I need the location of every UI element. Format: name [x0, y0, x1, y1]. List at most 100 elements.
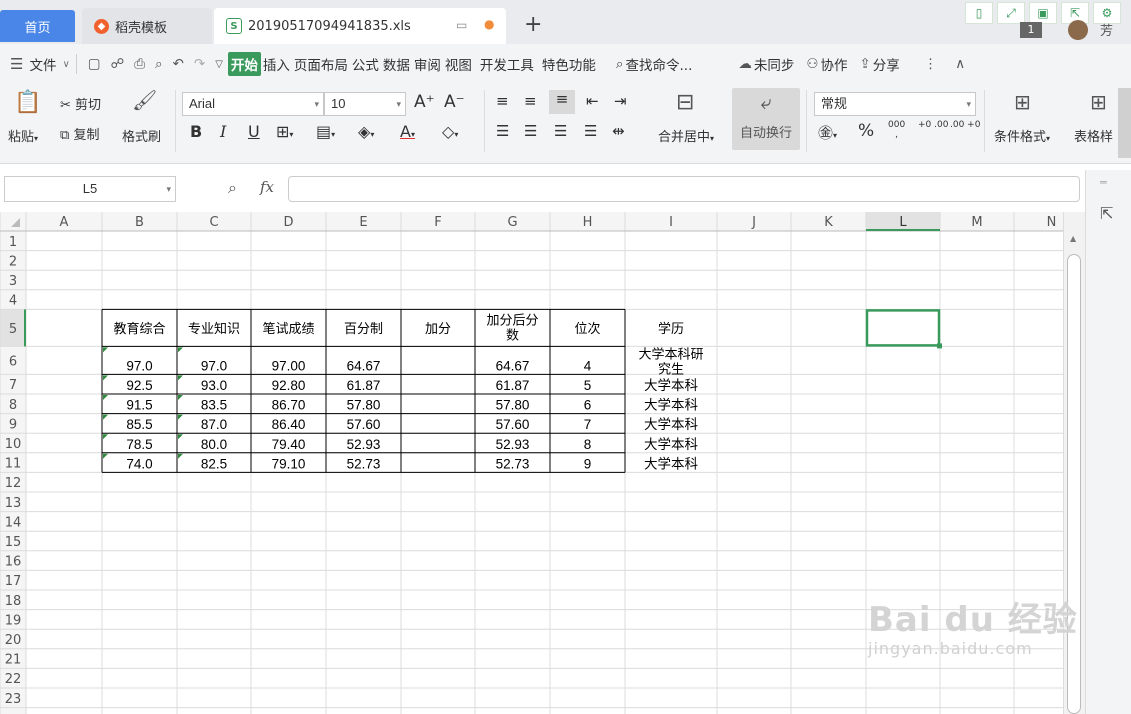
align-left-icon[interactable]: ☰: [496, 122, 509, 140]
table-cell: 97.0: [126, 358, 152, 373]
paste-button[interactable]: 粘贴▾: [8, 126, 38, 145]
number-format-value: 常规: [821, 96, 848, 111]
borders-icon[interactable]: ⊞▾: [276, 122, 293, 141]
monitor-icon[interactable]: ▭: [456, 18, 467, 32]
row-header-1: 1: [9, 235, 17, 250]
minimize-doc-icon[interactable]: ▯: [965, 2, 993, 24]
function-button[interactable]: fx: [260, 178, 274, 196]
save-icon[interactable]: ▣: [1029, 2, 1057, 24]
formula-input[interactable]: [288, 176, 1080, 202]
search-command[interactable]: 查找命令...: [623, 54, 694, 74]
more-menu-icon[interactable]: ⋮: [924, 56, 938, 72]
table-cell: 82.5: [201, 456, 227, 471]
ribbon-scroll-right[interactable]: [1118, 88, 1131, 158]
menu-review[interactable]: 审阅: [412, 54, 443, 74]
sync-status[interactable]: 未同步: [752, 54, 797, 74]
decrease-indent-icon[interactable]: ⇤: [586, 92, 599, 110]
menu-data[interactable]: 数据: [381, 54, 412, 74]
tab-file[interactable]: S 20190517094941835.xls ▭ ●: [214, 8, 506, 44]
justify-icon[interactable]: ☰: [584, 122, 597, 140]
menu-formula[interactable]: 公式: [350, 54, 381, 74]
table-cell: 57.60: [496, 417, 530, 432]
decrease-decimal-button[interactable]: .00 +0: [950, 120, 980, 130]
more-dropdown-icon[interactable]: ▽: [215, 59, 223, 70]
increase-indent-icon[interactable]: ⇥: [614, 92, 627, 110]
menu-file[interactable]: 文件: [27, 54, 58, 74]
menu-insert[interactable]: 插入: [261, 54, 292, 74]
increase-decimal-button[interactable]: +0 .00: [918, 120, 948, 130]
thousands-separator-button[interactable]: 000,: [888, 120, 905, 140]
pane-handle-icon[interactable]: ═: [1100, 176, 1107, 189]
table-style-button[interactable]: 表格样: [1074, 126, 1113, 145]
menu-view[interactable]: 视图: [443, 54, 474, 74]
chevron-down-icon[interactable]: ∨: [62, 59, 69, 70]
menu-developer[interactable]: 开发工具: [478, 54, 536, 74]
collab-button[interactable]: 协作: [818, 54, 849, 74]
align-middle-icon[interactable]: ≡: [524, 92, 537, 110]
merge-center-icon[interactable]: ⊟: [676, 90, 694, 115]
menu-page-layout[interactable]: 页面布局: [292, 54, 350, 74]
save-doc-icon[interactable]: ▢: [88, 56, 101, 72]
table-header-cell: 专业知识: [188, 321, 240, 337]
font-color-icon[interactable]: A▾: [400, 122, 415, 141]
align-right-icon[interactable]: ☰: [554, 122, 567, 140]
wrap-text-button[interactable]: ⤶ 自动换行: [732, 88, 800, 150]
conditional-format-button[interactable]: 条件格式▾: [994, 126, 1050, 145]
fill-color-icon[interactable]: ◈▾: [358, 122, 374, 141]
conditional-format-icon[interactable]: ⊞: [1014, 90, 1031, 114]
scroll-up-icon[interactable]: ▲: [1070, 234, 1076, 243]
user-name: 芳: [1100, 24, 1114, 39]
fill-pattern-icon[interactable]: ▤▾: [316, 122, 335, 141]
redo-icon[interactable]: ↷: [194, 56, 205, 72]
tab-template[interactable]: ◆ 稻壳模板: [82, 8, 212, 44]
number-format-select[interactable]: 常规 ▾: [814, 92, 976, 116]
underline-button[interactable]: U: [248, 122, 260, 141]
menu-features[interactable]: 特色功能: [540, 54, 598, 74]
cursor-icon[interactable]: ⇱: [1100, 204, 1113, 223]
clear-format-icon[interactable]: ◇▾: [442, 122, 458, 141]
font-name-select[interactable]: Arial ▾: [182, 92, 324, 116]
column-header-C: C: [209, 215, 218, 230]
share-button[interactable]: 分享: [871, 54, 902, 74]
cloud-icon[interactable]: ☍: [111, 56, 125, 72]
copy-button[interactable]: ⧉ 复制: [60, 124, 99, 143]
align-bottom-icon[interactable]: ≡: [549, 90, 575, 114]
italic-button[interactable]: I: [220, 122, 226, 141]
row-header-2: 2: [9, 254, 17, 269]
percent-button[interactable]: %: [858, 121, 874, 141]
distribute-icon[interactable]: ⇹: [612, 122, 625, 140]
bold-button[interactable]: B: [190, 122, 202, 141]
increase-font-icon[interactable]: A⁺: [414, 92, 435, 112]
currency-icon[interactable]: ㊎▾: [818, 122, 837, 143]
table-cell: 87.0: [201, 417, 227, 432]
table-cell: 83.5: [201, 398, 227, 413]
font-size-select[interactable]: 10 ▾: [324, 92, 406, 116]
new-tab-button[interactable]: +: [524, 12, 542, 37]
print-icon[interactable]: ⎙: [134, 56, 145, 72]
name-box[interactable]: L5 ▾: [4, 176, 176, 202]
collapse-ribbon-icon[interactable]: ∧: [955, 56, 965, 72]
cut-button[interactable]: ✂ 剪切: [60, 94, 101, 113]
align-center-icon[interactable]: ☰: [524, 122, 537, 140]
fill-handle[interactable]: [937, 343, 942, 349]
error-indicator-icon: [103, 395, 108, 400]
tab-home[interactable]: 首页: [0, 10, 75, 42]
table-cell: 80.0: [201, 437, 227, 452]
hamburger-icon[interactable]: ☰: [10, 55, 23, 73]
avatar[interactable]: [1068, 20, 1088, 40]
print-preview-icon[interactable]: ⌕: [155, 56, 163, 72]
format-painter-icon[interactable]: 🖌: [132, 88, 157, 112]
menu-home[interactable]: 开始: [227, 52, 261, 76]
decrease-font-icon[interactable]: A⁻: [444, 92, 465, 112]
merge-center-button[interactable]: 合并居中▾: [658, 126, 714, 145]
zoom-icon[interactable]: ⌕: [228, 178, 237, 198]
align-top-icon[interactable]: ≡: [496, 92, 509, 110]
selected-cell[interactable]: [865, 309, 941, 347]
tab-bar: 首页 ◆ 稻壳模板 S 20190517094941835.xls ▭ ● + …: [0, 0, 1131, 44]
paste-icon[interactable]: 📋: [14, 90, 41, 115]
undo-icon[interactable]: ↶: [173, 56, 184, 72]
fullscreen-icon[interactable]: ⤢: [997, 2, 1025, 24]
table-style-icon[interactable]: ⊞: [1090, 90, 1107, 114]
format-painter-button[interactable]: 格式刷: [122, 126, 161, 145]
copy-label: 复制: [73, 128, 100, 143]
